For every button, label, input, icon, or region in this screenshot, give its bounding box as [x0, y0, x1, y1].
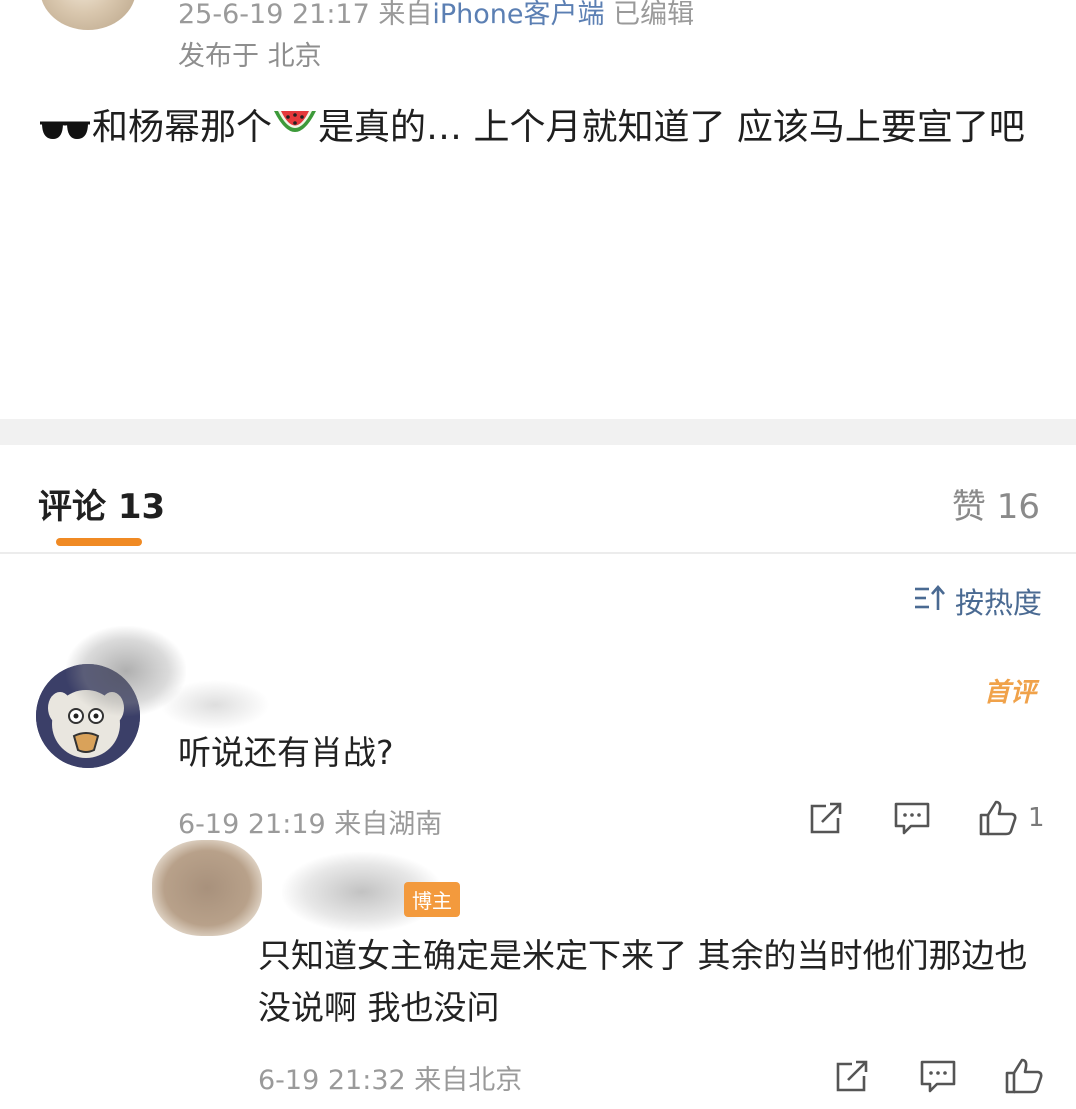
reply-time: 6-19 21:32 来自北京 — [258, 1065, 523, 1096]
share-icon[interactable] — [832, 1056, 872, 1096]
sort-button[interactable]: 按热度 — [913, 580, 1042, 622]
comment-time: 6-19 21:19 来自湖南 — [178, 809, 443, 840]
like-icon[interactable] — [978, 798, 1018, 838]
post-time: 25-6-19 21:17 — [178, 0, 370, 30]
comment-icon[interactable] — [918, 1056, 958, 1096]
sort-icon — [913, 584, 947, 619]
redacted-username-extension — [160, 680, 270, 730]
first-comment-badge: 首评 — [983, 678, 1036, 708]
author-badge: 博主 — [404, 882, 460, 917]
reply-text: 只知道女主确定是米定下来了 其余的当时他们那边也没说啊 我也没问 — [258, 936, 1028, 1027]
post-author-avatar[interactable] — [40, 0, 136, 30]
post-edited: 已编辑 — [613, 0, 695, 30]
section-divider — [0, 419, 1076, 445]
reply-actions — [832, 1056, 1044, 1096]
post-body-part-2: 是真的… 上个月就知道了 应该马上要宣了吧 — [318, 107, 1025, 148]
tab-comments[interactable]: 评论 13 — [38, 479, 165, 528]
tab-comments-indicator — [56, 538, 142, 546]
sunglasses-icon — [38, 106, 92, 162]
post-source[interactable]: iPhone客户端 — [432, 0, 604, 30]
post-body-part-1: 和杨幂那个 — [92, 107, 273, 148]
post-body: 和杨幂那个 是真的… 上个月就知道了 应该马上要宣了吧 — [38, 100, 1048, 162]
watermelon-icon — [272, 105, 318, 162]
tabs-divider — [0, 552, 1076, 554]
post-source-prefix: 来自 — [378, 0, 433, 30]
tab-likes[interactable]: 赞 16 — [952, 479, 1040, 528]
comment-icon[interactable] — [892, 798, 932, 838]
post-location: 发布于 北京 — [178, 41, 322, 72]
comment-actions: 1 — [806, 798, 1045, 838]
like-icon[interactable] — [1004, 1056, 1044, 1096]
reply-avatar[interactable] — [152, 840, 262, 936]
post-meta: 25-6-19 21:17 来自iPhone客户端 已编辑 — [178, 0, 694, 31]
sort-label: 按热度 — [954, 586, 1042, 620]
comment-text: 听说还有肖战? — [178, 733, 394, 772]
share-icon[interactable] — [806, 798, 846, 838]
like-count: 1 — [1028, 803, 1045, 833]
